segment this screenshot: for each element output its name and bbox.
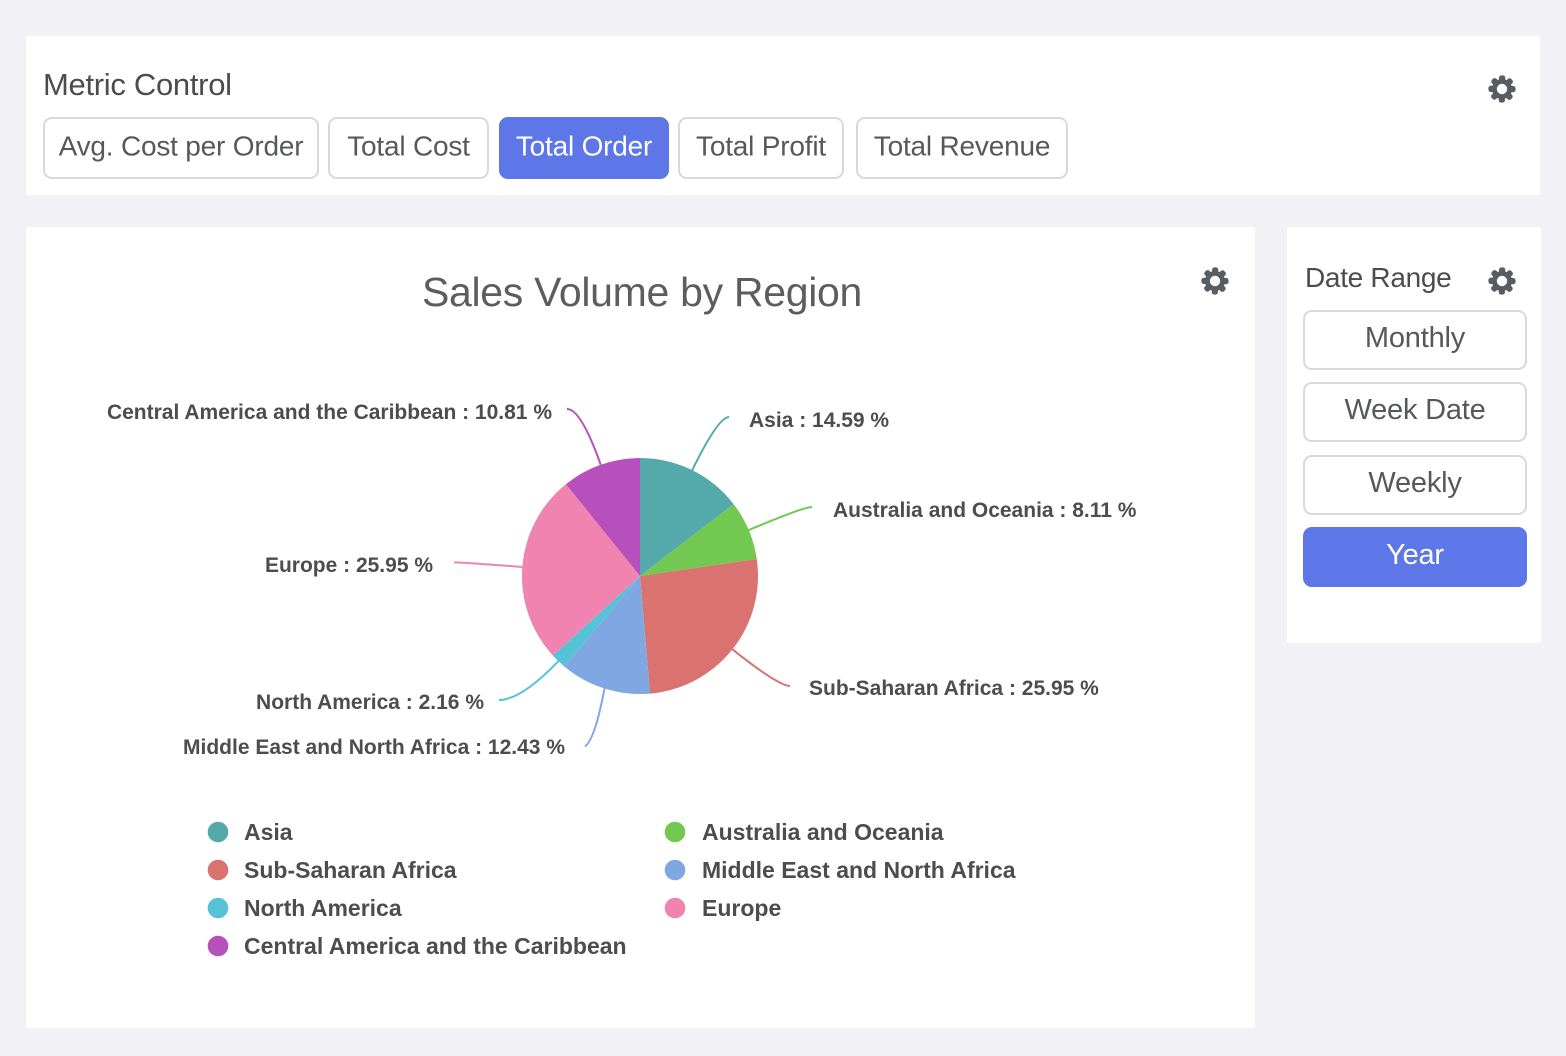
svg-text:Europe : 25.95 %: Europe : 25.95 %	[265, 554, 433, 577]
svg-text:Asia: Asia	[244, 819, 293, 845]
svg-text:Central America and the Caribb: Central America and the Caribbean	[244, 933, 627, 959]
svg-text:Middle East and North Africa :: Middle East and North Africa : 12.43 %	[183, 736, 565, 759]
svg-text:North America : 2.16 %: North America : 2.16 %	[256, 691, 484, 714]
svg-text:Central America and the Caribb: Central America and the Caribbean : 10.8…	[107, 401, 552, 424]
svg-text:Sub-Saharan Africa: Sub-Saharan Africa	[244, 857, 457, 883]
svg-text:Sales Volume by Region: Sales Volume by Region	[422, 269, 862, 315]
svg-text:Middle East and North Africa: Middle East and North Africa	[702, 857, 1016, 883]
svg-text:Australia and Oceania: Australia and Oceania	[702, 819, 944, 845]
svg-text:Australia and Oceania : 8.11 %: Australia and Oceania : 8.11 %	[833, 499, 1137, 522]
svg-text:Sub-Saharan Africa : 25.95 %: Sub-Saharan Africa : 25.95 %	[809, 677, 1099, 700]
svg-text:North America: North America	[244, 895, 402, 921]
svg-text:Asia : 14.59 %: Asia : 14.59 %	[749, 409, 889, 432]
svg-text:Europe: Europe	[702, 895, 781, 921]
